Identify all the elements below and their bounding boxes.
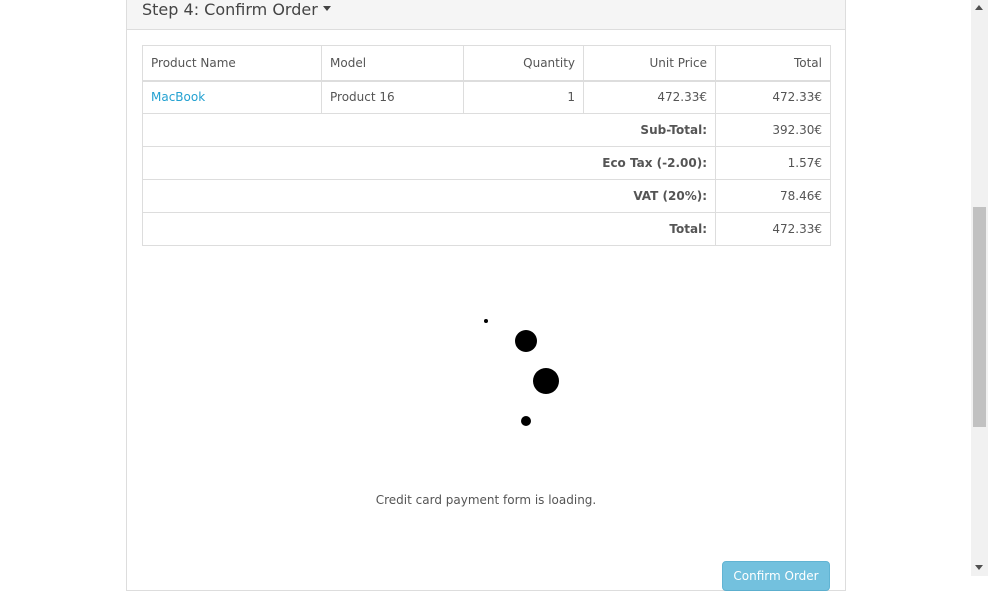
eco-tax-row: Eco Tax (-2.00): 1.57€	[142, 146, 831, 180]
confirm-order-button[interactable]: Confirm Order	[722, 561, 830, 591]
unit-price-cell: 472.33€	[583, 80, 716, 114]
vat-row: VAT (20%): 78.46€	[142, 179, 831, 213]
eco-tax-label: Eco Tax (-2.00):	[142, 146, 716, 180]
spinner-dot	[521, 416, 531, 426]
order-table: Product Name Model Quantity Unit Price T…	[142, 45, 831, 246]
header-quantity: Quantity	[463, 45, 584, 82]
table-header-row: Product Name Model Quantity Unit Price T…	[142, 45, 831, 82]
vat-label: VAT (20%):	[142, 179, 716, 213]
panel-heading[interactable]: Step 4: Confirm Order	[127, 0, 845, 30]
total-row: Total: 472.33€	[142, 212, 831, 246]
table-row: MacBook Product 16 1 472.33€ 472.33€	[142, 80, 831, 114]
loading-message: Credit card payment form is loading.	[375, 493, 597, 507]
subtotal-value: 392.30€	[715, 113, 831, 147]
total-label: Total:	[142, 212, 716, 246]
total-cell: 472.33€	[715, 80, 831, 114]
eco-tax-value: 1.57€	[715, 146, 831, 180]
subtotal-label: Sub-Total:	[142, 113, 716, 147]
header-total: Total	[715, 45, 831, 82]
header-model: Model	[321, 45, 464, 82]
total-value: 472.33€	[715, 212, 831, 246]
scroll-down-icon[interactable]	[975, 565, 983, 570]
step-title-text: Step 4: Confirm Order	[142, 0, 318, 19]
scroll-up-icon[interactable]	[975, 5, 983, 10]
model-cell: Product 16	[321, 80, 464, 114]
step-title[interactable]: Step 4: Confirm Order	[142, 0, 331, 19]
header-product-name: Product Name	[142, 45, 322, 82]
scrollbar-thumb[interactable]	[973, 207, 986, 427]
vat-value: 78.46€	[715, 179, 831, 213]
subtotal-row: Sub-Total: 392.30€	[142, 113, 831, 147]
spinner-dot	[533, 368, 559, 394]
spinner-dot	[515, 330, 537, 352]
quantity-cell: 1	[463, 80, 584, 114]
header-unit-price: Unit Price	[583, 45, 716, 82]
caret-down-icon	[322, 6, 331, 11]
vertical-scrollbar[interactable]	[971, 0, 988, 576]
product-name-cell: MacBook	[142, 80, 322, 114]
spinner-dot	[484, 319, 488, 323]
product-link[interactable]: MacBook	[151, 90, 205, 104]
